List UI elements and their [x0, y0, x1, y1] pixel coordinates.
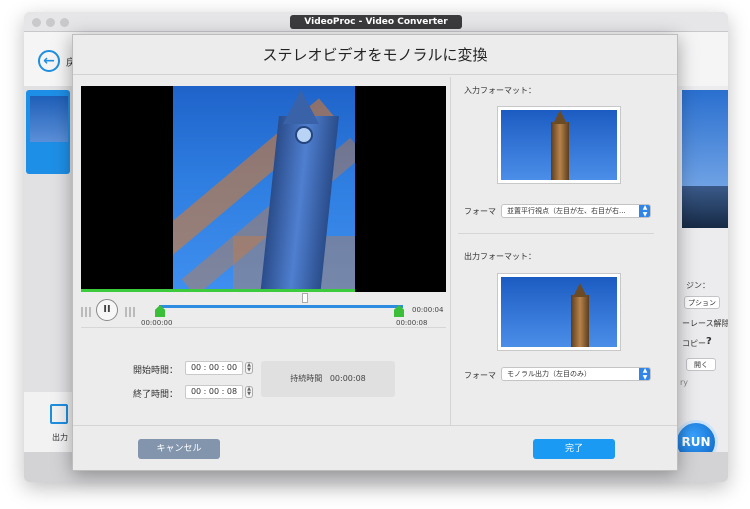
pause-icon: II	[103, 304, 111, 315]
zoom-window-button[interactable]	[60, 18, 69, 27]
frame-back-icon[interactable]	[81, 307, 91, 317]
start-time-field[interactable]: 00 : 00 : 00	[185, 361, 243, 375]
clock-face	[295, 126, 313, 144]
current-time: 00:00:04	[412, 306, 444, 314]
dialog-title: ステレオビデオをモノラルに変換	[73, 35, 677, 75]
timeline-track[interactable]	[159, 305, 403, 308]
input-format-value: 並置平行視点（左目が左、右目が右...	[507, 207, 626, 215]
option-button[interactable]: プション	[684, 296, 720, 309]
input-preview	[497, 106, 621, 184]
right-settings-panel: ジン： プション ーレース解除 コピー ? 開く ry	[678, 86, 728, 476]
input-format-label: 入力フォーマット：	[464, 86, 536, 95]
output-format-field-label: フォーマ	[464, 371, 496, 380]
minimize-window-button[interactable]	[46, 18, 55, 27]
video-list-strip	[24, 86, 72, 436]
output-preview-image	[501, 277, 617, 347]
output-format-value: モノラル出力（左目のみ）	[507, 370, 591, 378]
start-time-label: 開始時間：	[133, 366, 179, 376]
input-preview-image	[501, 110, 617, 180]
end-time-field[interactable]: 00 : 00 : 08	[185, 385, 243, 399]
duration-value: 00:00:08	[329, 374, 366, 383]
preview-thumbnail-dark	[682, 186, 728, 228]
title-bar: VideoProc - Video Converter	[24, 12, 728, 32]
end-time-stepper[interactable]: ▲ ▼	[245, 386, 253, 398]
chevron-updown-icon: ▲ ▼	[639, 205, 650, 217]
input-format-select[interactable]: 並置平行視点（左目が左、右目が右... ▲ ▼	[501, 204, 651, 218]
start-time-stepper[interactable]: ▲ ▼	[245, 362, 253, 374]
cancel-button[interactable]: キャンセル	[138, 439, 220, 459]
arrow-left-icon: ←	[43, 53, 55, 69]
timeline-start-time: 00:00:00	[141, 319, 173, 327]
preview-tower	[571, 295, 589, 347]
footer-divider	[73, 425, 677, 426]
open-button[interactable]: 開く	[686, 358, 716, 371]
dialog-divider	[450, 77, 451, 425]
back-button[interactable]: ←	[38, 50, 60, 72]
format-divider	[458, 233, 654, 234]
folder-path-text: ry	[680, 378, 689, 387]
copy-option[interactable]: コピー	[682, 338, 706, 349]
done-button[interactable]: 完了	[533, 439, 615, 459]
video-progress-bar	[81, 289, 355, 292]
duration-label: 持続時間	[290, 374, 323, 383]
output-format-label: 出力フォーマット：	[464, 252, 536, 261]
stereo-to-mono-dialog: ステレオビデオをモノラルに変換 II 00:00:04 00:00:00 00:…	[72, 34, 678, 471]
end-time-label: 終了時間：	[133, 390, 179, 400]
output-format-select[interactable]: モノラル出力（左目のみ） ▲ ▼	[501, 367, 651, 381]
video-thumbnail	[30, 96, 68, 142]
timeline-end-time: 00:00:08	[396, 319, 428, 327]
input-format-field-label: フォーマ	[464, 207, 496, 216]
preview-spire	[553, 110, 567, 124]
video-preview	[81, 86, 446, 292]
deinterlace-option[interactable]: ーレース解除	[682, 318, 728, 329]
preview-spire	[573, 283, 587, 297]
timeline-separator	[81, 327, 446, 328]
preview-tower	[551, 122, 569, 180]
pause-button[interactable]: II	[96, 299, 118, 321]
output-folder-icon[interactable]	[50, 404, 68, 424]
app-title: VideoProc - Video Converter	[290, 15, 462, 29]
video-list-item[interactable]	[26, 90, 70, 174]
close-window-button[interactable]	[32, 18, 41, 27]
playhead[interactable]	[302, 293, 309, 303]
chevron-updown-icon: ▲ ▼	[639, 368, 650, 380]
output-preview	[497, 273, 621, 351]
option-header: ジン：	[686, 281, 710, 290]
video-frame	[173, 86, 355, 292]
help-icon[interactable]: ?	[706, 336, 712, 347]
output-label: 出力	[52, 433, 68, 442]
frame-forward-icon[interactable]	[125, 307, 135, 317]
duration-display: 持続時間 00:00:08	[261, 361, 395, 397]
